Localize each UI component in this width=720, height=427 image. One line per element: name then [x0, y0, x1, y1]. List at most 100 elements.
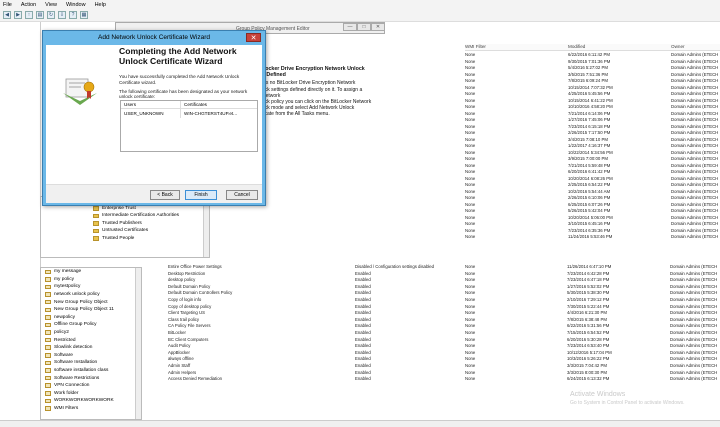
table-row[interactable]: Audit Policy Enabled None 7/23/2014 6:53:40… — [153, 343, 720, 350]
menu-item-window[interactable]: Window — [66, 2, 86, 8]
certificates-column-header[interactable]: Certificates — [181, 101, 207, 108]
menu-item-action[interactable]: Action — [21, 2, 36, 8]
menu-item-file[interactable]: File — [3, 2, 12, 8]
wmi-filter-header[interactable]: WMI Filter — [465, 44, 568, 50]
folder-icon — [93, 228, 99, 233]
list-item[interactable]: network unlock policy — [41, 291, 141, 299]
back-icon[interactable]: ◀ — [3, 11, 11, 19]
tree-item[interactable]: Trusted People — [41, 235, 209, 243]
gpo-icon — [45, 345, 51, 350]
table-row[interactable]: always offline Enabled None 10/3/2016 5:26:… — [153, 356, 720, 363]
list-item[interactable]: mytestpolicy — [41, 283, 141, 291]
folder-icon — [93, 221, 99, 226]
list-item[interactable]: WMI Filters — [41, 405, 141, 413]
list-item[interactable]: Work folder — [41, 390, 141, 398]
cell-modified: 10/3/2016 5:26:22 PM — [567, 356, 610, 362]
menu-item-view[interactable]: View — [45, 2, 57, 8]
tree-item[interactable]: Untrusted Certificates — [41, 227, 209, 235]
table-row[interactable]: Default Domain Policy Enabled None 1/27/201… — [153, 284, 720, 291]
back-button[interactable]: < Back — [150, 190, 180, 200]
tree-item[interactable]: Intermediate Certification Authorities — [41, 212, 209, 220]
gpo-rows: None 6/22/2016 6:11:42 PM Domain Admins (E… — [465, 52, 720, 241]
list-item[interactable]: WORKWORKWORKWORK — [41, 397, 141, 405]
list-item-label: Software Installation — [54, 360, 98, 366]
list-item-label: software installation class — [54, 368, 109, 374]
list-item[interactable]: New Group Policy Object — [41, 298, 141, 306]
wizard-success-text: You have successfully completed the Add … — [119, 74, 240, 85]
owner-header[interactable]: Owner — [671, 44, 720, 50]
cell-owner: Domain Admins (ETECH — [670, 296, 718, 302]
description-panel: Locker Drive Encryption Network Unlock e… — [262, 66, 372, 118]
list-item[interactable]: New Group Policy Object 11 — [41, 306, 141, 314]
table-row[interactable]: AppBlocker Enabled None 10/12/2016 5:17:04 … — [153, 350, 720, 357]
table-row[interactable]: BC Client Computers Enabled None 6/20/2016 … — [153, 337, 720, 344]
menu-bar: File Action View Window Help — [0, 0, 720, 9]
table-row[interactable]: desktop policy Enabled None 7/23/2014 6:47:… — [153, 277, 720, 284]
cell-wmi: Enabled — [355, 290, 371, 296]
table-row[interactable]: Access Denied Remediation Enabled None 6/24… — [153, 376, 720, 383]
certificate-table-header: Users Certificates — [121, 101, 257, 109]
list-item[interactable]: Software Restrictions — [41, 374, 141, 382]
finish-button[interactable]: Finish — [185, 190, 217, 200]
list-item[interactable]: VPN Connection — [41, 382, 141, 390]
show-tree-icon[interactable]: ▤ — [36, 11, 44, 19]
table-row[interactable]: Client Targeting US Enabled None 4/4/2016 6… — [153, 310, 720, 317]
cell-wmi2: None — [465, 329, 476, 335]
help-icon[interactable]: ? — [69, 11, 77, 19]
table-row[interactable]: BitLocker Enabled None 7/15/2015 6:54:52 PM… — [153, 330, 720, 337]
list-item[interactable]: policy2 — [41, 329, 141, 337]
modified-header[interactable]: Modified — [568, 44, 671, 50]
table-row[interactable]: Copy of desktop policy Enabled None 7/30/20… — [153, 304, 720, 311]
cell-wmi2: None — [465, 296, 476, 302]
list-item[interactable]: Slowlink detection — [41, 344, 141, 352]
list-item[interactable]: newpolicy — [41, 314, 141, 322]
gpo-icon — [45, 398, 51, 404]
cell-modified: 3/3/2015 8:00:30 PM — [567, 369, 607, 375]
cell-wmi2: None — [465, 356, 476, 362]
certificate-row[interactable]: USER_UNKNOWN WIN-CHGTERST4UP.et... — [121, 109, 257, 118]
cell-wmi: Enabled — [355, 362, 371, 368]
table-row[interactable]: Entire Office Power Settings Disabled / C… — [153, 264, 720, 271]
cell-name: AppBlocker — [168, 349, 190, 355]
table-row[interactable]: Desktop Restriction Enabled None 7/23/2014 … — [153, 271, 720, 278]
table-row[interactable]: Class trail policy Enabled None 7/8/2015 6:… — [153, 317, 720, 324]
gpo-icon — [45, 269, 51, 275]
tree-item[interactable]: Trusted Publishers — [41, 220, 209, 228]
wizard-close-button[interactable]: ✕ — [246, 33, 261, 42]
maximize-button[interactable]: □ — [357, 23, 371, 31]
list-item[interactable]: software installation class — [41, 367, 141, 375]
list-item-label: Software Restrictions — [54, 375, 100, 381]
list-item[interactable]: Software Installation — [41, 359, 141, 367]
users-column-header[interactable]: Users — [121, 101, 181, 108]
refresh-icon[interactable]: ↻ — [47, 11, 55, 19]
forward-icon[interactable]: ▶ — [14, 11, 22, 19]
list-item[interactable]: Restricted — [41, 336, 141, 344]
cell-name: Copy of login info — [168, 296, 202, 302]
description-heading: Locker Drive Encryption Network Unlock e… — [262, 66, 365, 79]
tree-scrollbar[interactable] — [203, 197, 209, 257]
menu-item-help[interactable]: Help — [95, 2, 106, 8]
table-row[interactable]: Admin Helpers Enabled None 3/3/2015 8:00:30… — [153, 370, 720, 377]
activation-watermark: Activate Windows Go to System in Control… — [570, 391, 685, 407]
table-row[interactable]: Copy of login info Enabled None 2/10/2016 7… — [153, 297, 720, 304]
wizard-designated-text: The following certificate has been desig… — [119, 88, 248, 100]
cell-name: Class trail policy — [168, 316, 200, 322]
gpo-list-scrollbar[interactable] — [135, 268, 141, 419]
tree-item-label: Trusted People — [102, 235, 135, 241]
table-row[interactable]: None 11/24/2016 5:53:46 PM Domain Admins (… — [465, 234, 720, 241]
table-row[interactable]: Default Domain Controllers Policy Enabled… — [153, 290, 720, 297]
export-icon[interactable]: ⇩ — [58, 11, 66, 19]
cell-name: Copy of desktop policy — [168, 303, 212, 309]
list-item[interactable]: Offline Group Policy — [41, 321, 141, 329]
close-button[interactable]: ✕ — [371, 23, 385, 31]
list-item[interactable]: my message — [41, 268, 141, 276]
table-row[interactable]: Admin Staff Enabled None 3/3/2015 7:04:42 P… — [153, 363, 720, 370]
properties-icon[interactable]: ▦ — [80, 11, 88, 19]
table-row[interactable]: CA Policy File Servers Enabled None 6/22/20… — [153, 323, 720, 330]
minimize-button[interactable]: — — [343, 23, 357, 31]
list-item[interactable]: my policy — [41, 276, 141, 284]
cancel-button[interactable]: Cancel — [226, 190, 258, 200]
list-item[interactable]: Software — [41, 352, 141, 360]
gpo-icon — [45, 315, 51, 320]
up-folder-icon[interactable]: ↑ — [25, 11, 33, 19]
